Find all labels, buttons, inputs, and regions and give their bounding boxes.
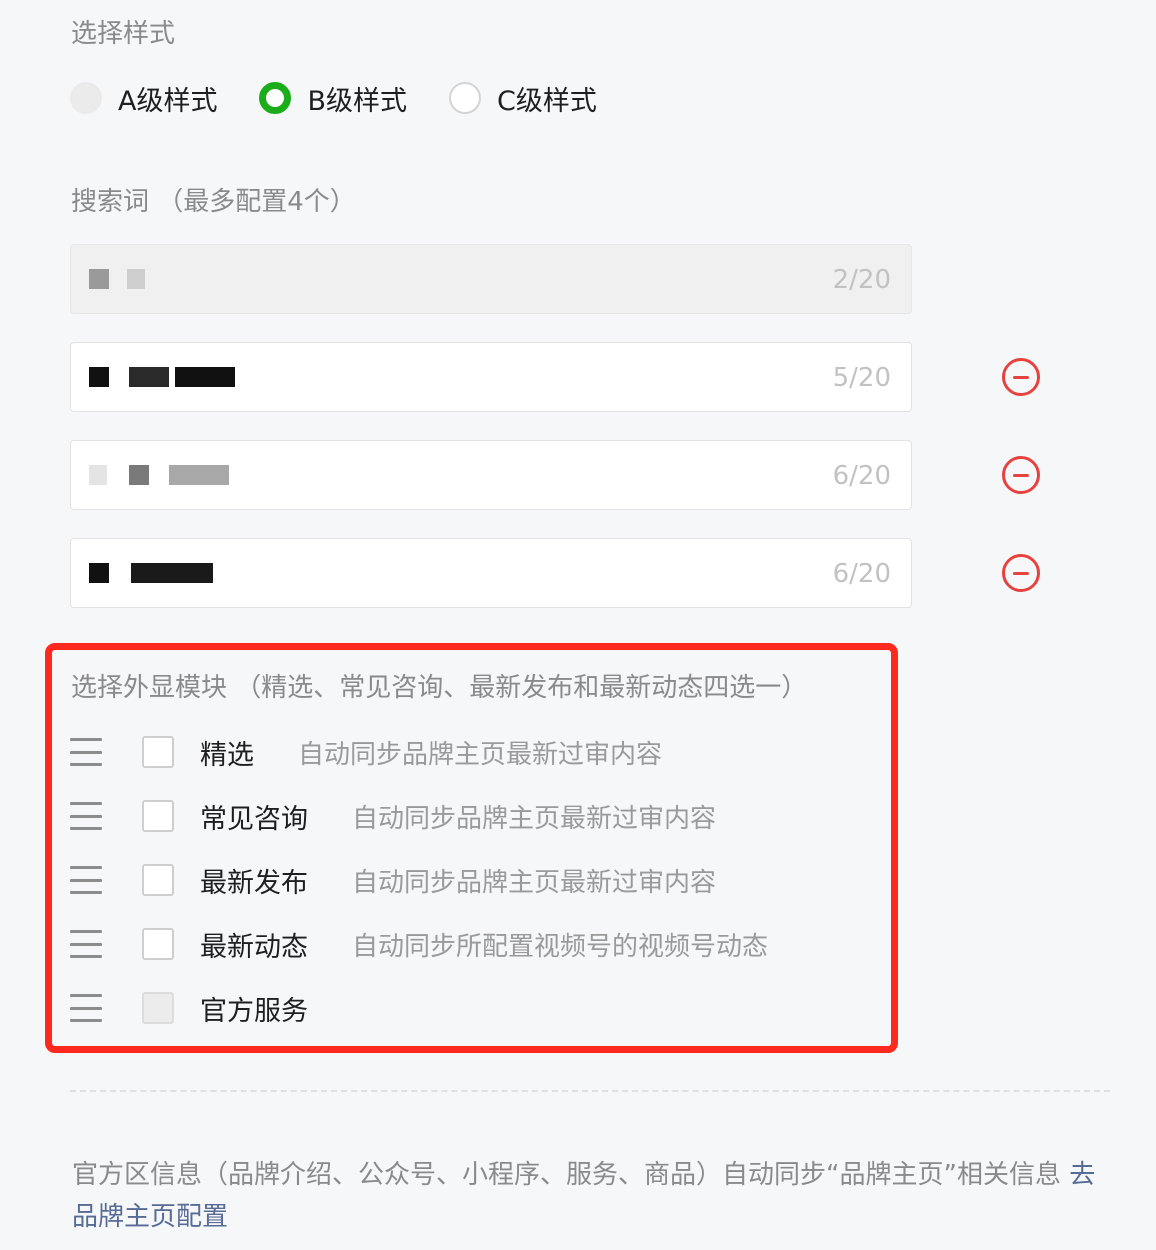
modules-section-title: 选择外显模块 （精选、常见咨询、最新发布和最新动态四选一）: [71, 673, 808, 703]
radio-style-c[interactable]: C级样式: [449, 79, 597, 118]
keyword-row-1: 2/20: [70, 244, 912, 314]
drag-handle-icon[interactable]: [70, 994, 102, 1022]
module-row-faq: 常见咨询 自动同步品牌主页最新过审内容: [70, 796, 716, 836]
radio-style-a: A级样式: [70, 79, 217, 118]
keyword-char-count: 2/20: [832, 265, 891, 295]
module-name: 最新动态: [200, 931, 308, 963]
keyword-row-3: 6/20: [70, 440, 1040, 510]
radio-checked-icon[interactable]: [259, 82, 292, 114]
remove-minus-icon[interactable]: [1002, 456, 1040, 494]
module-name: 官方服务: [200, 995, 308, 1027]
radio-style-a-label: A级样式: [118, 85, 218, 117]
style-section-title: 选择样式: [71, 19, 176, 49]
keyword-input-2[interactable]: 5/20: [70, 342, 912, 412]
keyword-char-count: 6/20: [832, 461, 891, 491]
module-checkbox[interactable]: [142, 736, 174, 768]
keyword-redacted-text: [89, 457, 269, 493]
keyword-input-1: 2/20: [70, 244, 912, 314]
module-name: 常见咨询: [200, 803, 308, 835]
module-row-latest-release: 最新发布 自动同步品牌主页最新过审内容: [70, 860, 716, 900]
keywords-section-title: 搜索词 （最多配置4个）: [71, 187, 356, 217]
module-desc: 自动同步品牌主页最新过审内容: [298, 739, 663, 770]
keyword-row-2: 5/20: [70, 342, 1040, 412]
drag-handle-icon[interactable]: [70, 738, 102, 766]
keyword-row-4: 6/20: [70, 538, 1040, 608]
module-name: 最新发布: [200, 867, 308, 899]
page: 选择样式 A级样式 B级样式 C级样式 搜索词 （最多配置4个） 2/20 5/…: [0, 0, 1156, 1250]
module-checkbox[interactable]: [142, 800, 174, 832]
radio-style-b[interactable]: B级样式: [259, 79, 407, 118]
module-desc: 自动同步品牌主页最新过审内容: [352, 803, 717, 834]
style-radio-group: A级样式 B级样式 C级样式: [70, 79, 639, 118]
keyword-input-4[interactable]: 6/20: [70, 538, 912, 608]
keyword-redacted-text: [89, 359, 269, 395]
keyword-char-count: 5/20: [832, 363, 891, 393]
module-desc: 自动同步品牌主页最新过审内容: [352, 867, 717, 898]
radio-disabled-icon: [70, 82, 102, 114]
module-checkbox-disabled: [142, 992, 174, 1024]
drag-handle-icon[interactable]: [70, 802, 102, 830]
remove-minus-icon[interactable]: [1002, 554, 1040, 592]
footer-note: 官方区信息（品牌介绍、公众号、小程序、服务、商品）自动同步“品牌主页”相关信息 …: [72, 1154, 1112, 1238]
radio-style-c-label: C级样式: [497, 85, 597, 117]
module-row-featured: 精选 自动同步品牌主页最新过审内容: [70, 732, 662, 772]
module-desc: 自动同步所配置视频号的视频号动态: [352, 931, 769, 962]
remove-minus-icon[interactable]: [1002, 358, 1040, 396]
module-row-latest-news: 最新动态 自动同步所配置视频号的视频号动态: [70, 924, 768, 964]
dashed-divider: [70, 1090, 1110, 1092]
keyword-redacted-text: [89, 261, 269, 297]
radio-unchecked-icon[interactable]: [449, 82, 482, 114]
module-checkbox[interactable]: [142, 864, 174, 896]
drag-handle-icon[interactable]: [70, 866, 102, 894]
keyword-char-count: 6/20: [832, 559, 891, 589]
radio-style-b-label: B级样式: [307, 85, 408, 117]
module-row-official-service: 官方服务: [70, 988, 352, 1028]
module-name: 精选: [200, 739, 254, 771]
keyword-input-3[interactable]: 6/20: [70, 440, 912, 510]
footer-text: 官方区信息（品牌介绍、公众号、小程序、服务、商品）自动同步“品牌主页”相关信息: [72, 1160, 1070, 1190]
drag-handle-icon[interactable]: [70, 930, 102, 958]
keyword-redacted-text: [89, 555, 269, 591]
module-checkbox[interactable]: [142, 928, 174, 960]
